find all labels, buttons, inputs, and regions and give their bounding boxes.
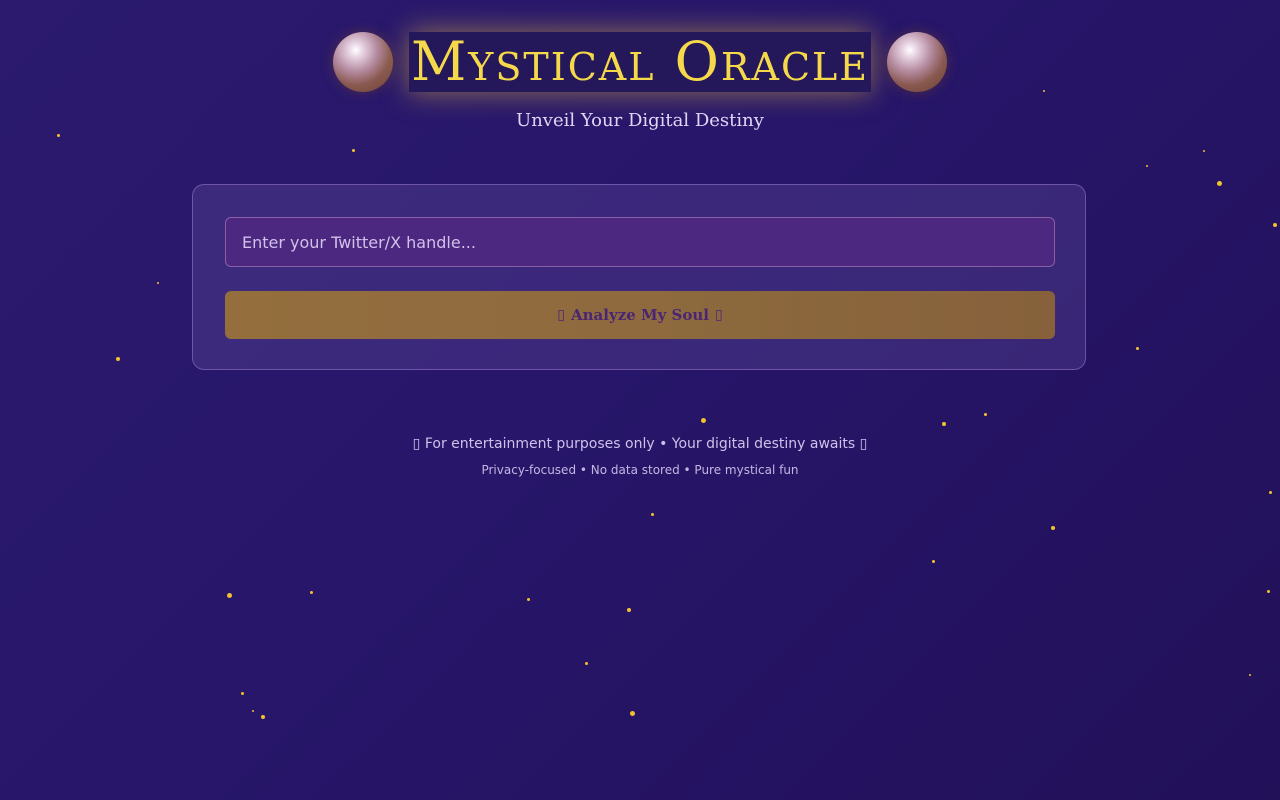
disclaimer-text: For entertainment purposes only • Your d… — [424, 436, 856, 452]
sparkle-icon: ▯ — [714, 307, 723, 323]
star — [1051, 526, 1055, 530]
star — [1217, 181, 1222, 186]
disclaimer-line: ▯ For entertainment purposes only • Your… — [0, 436, 1280, 452]
header: Mystical Oracle — [0, 32, 1280, 92]
star — [585, 662, 588, 665]
analysis-form-card: ▯ Analyze My Soul ▯ — [192, 184, 1086, 370]
star — [1269, 491, 1272, 494]
star — [942, 422, 946, 426]
star — [241, 692, 244, 695]
star — [932, 560, 935, 563]
star — [157, 282, 159, 284]
star — [630, 711, 635, 716]
page-title: Mystical Oracle — [408, 30, 872, 93]
star — [227, 593, 232, 598]
star — [1136, 347, 1139, 350]
analyze-button-label: Analyze My Soul — [571, 306, 709, 324]
crystal-ball-icon — [332, 32, 393, 92]
star — [352, 149, 355, 152]
star — [627, 608, 631, 612]
page-subtitle: Unveil Your Digital Destiny — [516, 110, 764, 131]
star — [261, 715, 265, 719]
sparkle-icon: ▯ — [859, 436, 868, 452]
star — [984, 413, 987, 416]
sparkle-icon: ▯ — [412, 436, 421, 452]
star — [1146, 165, 1148, 167]
star — [651, 513, 654, 516]
sparkle-icon: ▯ — [557, 307, 566, 323]
star — [701, 418, 706, 423]
star — [1203, 150, 1205, 152]
star — [1267, 590, 1270, 593]
star — [1273, 223, 1277, 227]
star — [310, 591, 313, 594]
crystal-ball-icon — [887, 32, 948, 92]
star — [252, 710, 254, 712]
privacy-note: Privacy-focused • No data stored • Pure … — [481, 463, 799, 477]
analyze-my-soul-button[interactable]: ▯ Analyze My Soul ▯ — [225, 291, 1055, 339]
star — [116, 357, 120, 361]
star — [1249, 674, 1251, 676]
star — [57, 134, 60, 137]
star — [527, 598, 530, 601]
twitter-handle-input[interactable] — [225, 217, 1055, 267]
